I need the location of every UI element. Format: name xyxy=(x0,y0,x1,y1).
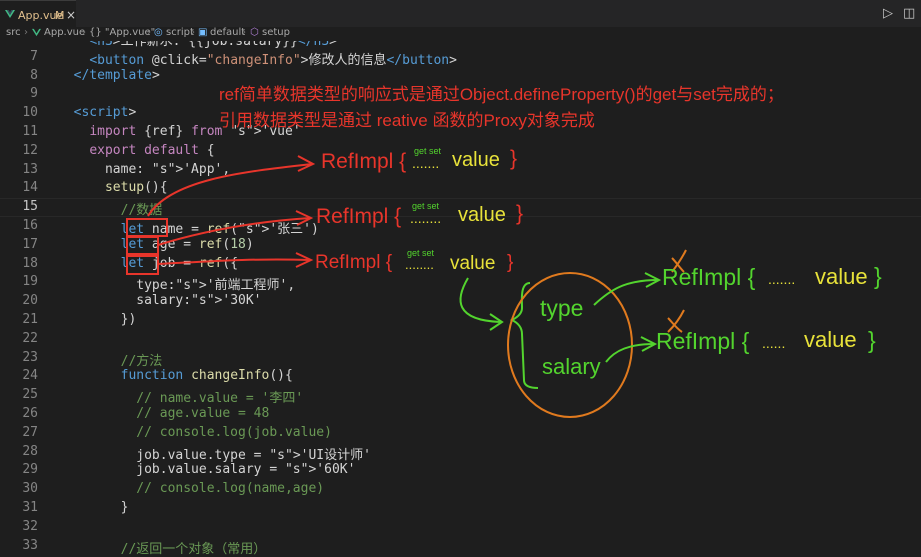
job-box xyxy=(126,255,159,275)
close-brace-2: } xyxy=(516,202,524,225)
green-brace xyxy=(509,282,539,389)
tab-app-vue[interactable]: App.vue M × xyxy=(0,0,76,27)
type-label: type xyxy=(540,295,584,321)
close-brace-1: } xyxy=(510,147,518,170)
variable-icon: ▣ xyxy=(198,27,208,38)
annotation-ref-simple: ref简单数据类型的响应式是通过Object.defineProperty()的… xyxy=(219,85,784,104)
age-box xyxy=(126,236,159,255)
run-icon[interactable]: ▷ xyxy=(883,6,893,21)
dots-salary: ...... xyxy=(762,335,786,351)
breadcrumb-default[interactable]: default xyxy=(210,27,245,38)
refimpl-label-3: RefImpl { xyxy=(315,252,393,273)
green-arrow-value xyxy=(459,277,501,323)
modified-indicator: M xyxy=(55,9,65,22)
salary-label: salary xyxy=(542,354,601,379)
vue-file-icon xyxy=(5,10,15,18)
breadcrumb-module[interactable]: {} "App.vue" xyxy=(89,27,155,38)
breadcrumb-file[interactable]: App.vue xyxy=(44,27,85,38)
annotation-ref-object: 引用数据类型是通过 reative 函数的Proxy对象完成 xyxy=(219,111,595,130)
method-icon: ⬡ xyxy=(250,27,259,38)
close-brace-type: } xyxy=(874,263,882,289)
chevron-right-icon: › xyxy=(242,27,246,38)
dots-2: ........ xyxy=(410,210,442,226)
chevron-right-icon: › xyxy=(24,27,28,38)
close-brace-salary: } xyxy=(868,327,876,353)
dots-1: ....... xyxy=(412,155,440,171)
breadcrumb: src › App.vue › {} "App.vue" › ◎ script … xyxy=(0,27,921,41)
chevron-right-icon: › xyxy=(147,27,151,38)
arrow-to-refimpl-3 xyxy=(157,258,311,265)
refimpl-label-2: RefImpl { xyxy=(316,205,402,228)
value-label-2: value xyxy=(458,204,506,226)
value-label-3: value xyxy=(450,253,496,274)
value-label-1: value xyxy=(452,149,500,171)
name-box xyxy=(126,218,168,237)
chevron-right-icon: › xyxy=(82,27,86,38)
arrow-to-refimpl-2 xyxy=(157,217,311,246)
arrow-to-refimpl-1 xyxy=(147,163,313,217)
breadcrumb-script[interactable]: script xyxy=(166,27,194,38)
value-type-label: value xyxy=(815,264,868,289)
close-icon[interactable]: × xyxy=(66,8,76,22)
symbol-icon: ◎ xyxy=(154,27,163,38)
dots-3: ........ xyxy=(405,257,434,272)
refimpl-type-label: RefImpl { xyxy=(662,264,756,290)
dots-type: ....... xyxy=(768,271,796,287)
breadcrumb-setup[interactable]: setup xyxy=(262,27,290,38)
breadcrumb-src[interactable]: src xyxy=(6,27,21,38)
refimpl-label-1: RefImpl { xyxy=(321,150,407,173)
chevron-right-icon: › xyxy=(191,27,195,38)
value-salary-label: value xyxy=(804,327,857,352)
tab-bar: App.vue M × ▷ ◫ xyxy=(0,0,921,27)
arrowhead-1 xyxy=(297,155,316,172)
split-editor-icon[interactable]: ◫ xyxy=(903,6,915,21)
close-brace-3: } xyxy=(507,252,514,273)
vue-file-icon xyxy=(32,28,41,40)
refimpl-salary-label: RefImpl { xyxy=(656,328,750,354)
